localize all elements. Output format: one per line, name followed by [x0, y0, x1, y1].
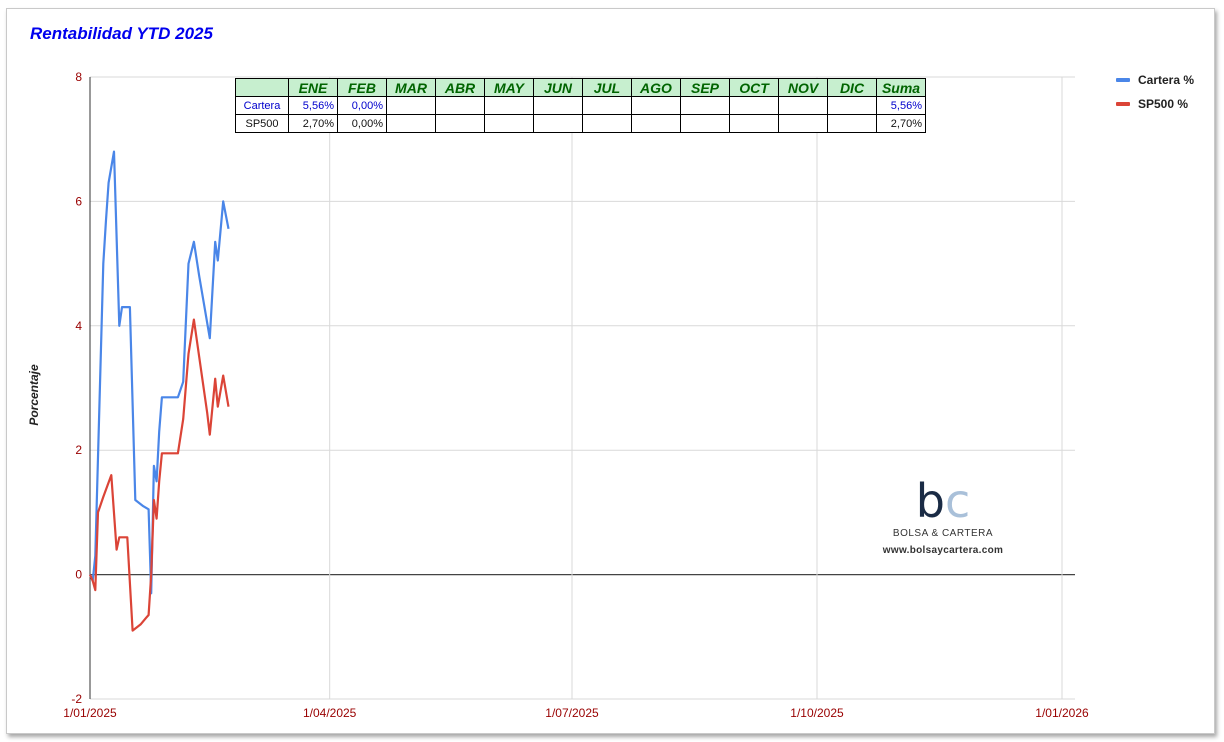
table-header-cell: JUN [533, 78, 583, 97]
table-cell [435, 96, 485, 115]
legend-item: SP500 % [1116, 92, 1194, 116]
table-header-cell: JUL [582, 78, 632, 97]
legend-swatch [1116, 102, 1130, 106]
table-header-cell: DIC [827, 78, 877, 97]
table-cell: 0,00% [337, 96, 387, 115]
logo-letter-c: c [944, 474, 971, 528]
table-cell [484, 96, 534, 115]
x-tick-label: 1/07/2025 [545, 706, 599, 720]
legend-label: Cartera % [1138, 73, 1195, 87]
table-header-cell: Suma [876, 78, 926, 97]
table-cell [533, 96, 583, 115]
table-header-cell: SEP [680, 78, 730, 97]
table-header-cell: ENE [288, 78, 338, 97]
table-cell: 5,56% [876, 96, 926, 115]
table-header-cell: FEB [337, 78, 387, 97]
y-tick-label: 4 [75, 319, 82, 333]
table-header-cell: AGO [631, 78, 681, 97]
table-cell [729, 96, 779, 115]
table-cell [386, 96, 436, 115]
table-cell [680, 96, 730, 115]
table-cell: 2,70% [288, 114, 338, 133]
table-header-cell: MAR [386, 78, 436, 97]
watermark-url: www.bolsaycartera.com [882, 545, 1004, 556]
table-corner-cell [235, 78, 289, 97]
table-cell [680, 114, 730, 133]
y-tick-label: -2 [71, 692, 82, 706]
table-cell [435, 114, 485, 133]
chart-legend: Cartera % SP500 % [1116, 68, 1194, 116]
bc-logo-mark: bc [873, 478, 1013, 524]
table-cell [484, 114, 534, 133]
table-cell [386, 114, 436, 133]
table-cell [778, 96, 828, 115]
series-line-sp500 [88, 318, 230, 632]
table-header-cell: ABR [435, 78, 485, 97]
table-cell [729, 114, 779, 133]
table-cell [827, 114, 877, 133]
x-tick-label: 1/01/2025 [63, 706, 117, 720]
returns-table: ENE FEB MAR ABR MAY JUN JUL AGO SEP OCT NOV DIC Suma… [235, 78, 926, 133]
table-cell [533, 114, 583, 133]
y-tick-label: 6 [75, 194, 82, 208]
watermark-name: BOLSA & CARTERA [892, 528, 994, 539]
table-cell: 0,00% [337, 114, 387, 133]
x-tick-label: 1/04/2025 [303, 706, 357, 720]
logo-letter-b: b [915, 474, 945, 528]
table-cell [582, 96, 632, 115]
table-row-label: Cartera [235, 96, 289, 115]
table-header-cell: MAY [484, 78, 534, 97]
series-line-cartera [88, 150, 230, 595]
table-cell: 2,70% [876, 114, 926, 133]
legend-swatch [1116, 78, 1130, 82]
watermark-logo: bc BOLSA & CARTERA www.bolsaycartera.com [873, 478, 1013, 556]
legend-label: SP500 % [1138, 97, 1189, 111]
table-row-label: SP500 [235, 114, 289, 133]
x-tick-label: 1/01/2026 [1035, 706, 1089, 720]
table-row: Cartera 5,56% 0,00% 5,56% [235, 96, 926, 115]
table-cell [631, 96, 681, 115]
table-cell [827, 96, 877, 115]
table-header-cell: OCT [729, 78, 779, 97]
table-cell: 5,56% [288, 96, 338, 115]
table-cell [582, 114, 632, 133]
y-tick-label: 8 [75, 70, 82, 84]
y-tick-label: 0 [75, 568, 82, 582]
x-tick-label: 1/10/2025 [790, 706, 844, 720]
table-cell [778, 114, 828, 133]
legend-item: Cartera % [1116, 68, 1194, 92]
table-row: SP500 2,70% 0,00% 2,70% [235, 114, 926, 133]
table-cell [631, 114, 681, 133]
y-tick-label: 2 [75, 443, 82, 457]
table-header-cell: NOV [778, 78, 828, 97]
